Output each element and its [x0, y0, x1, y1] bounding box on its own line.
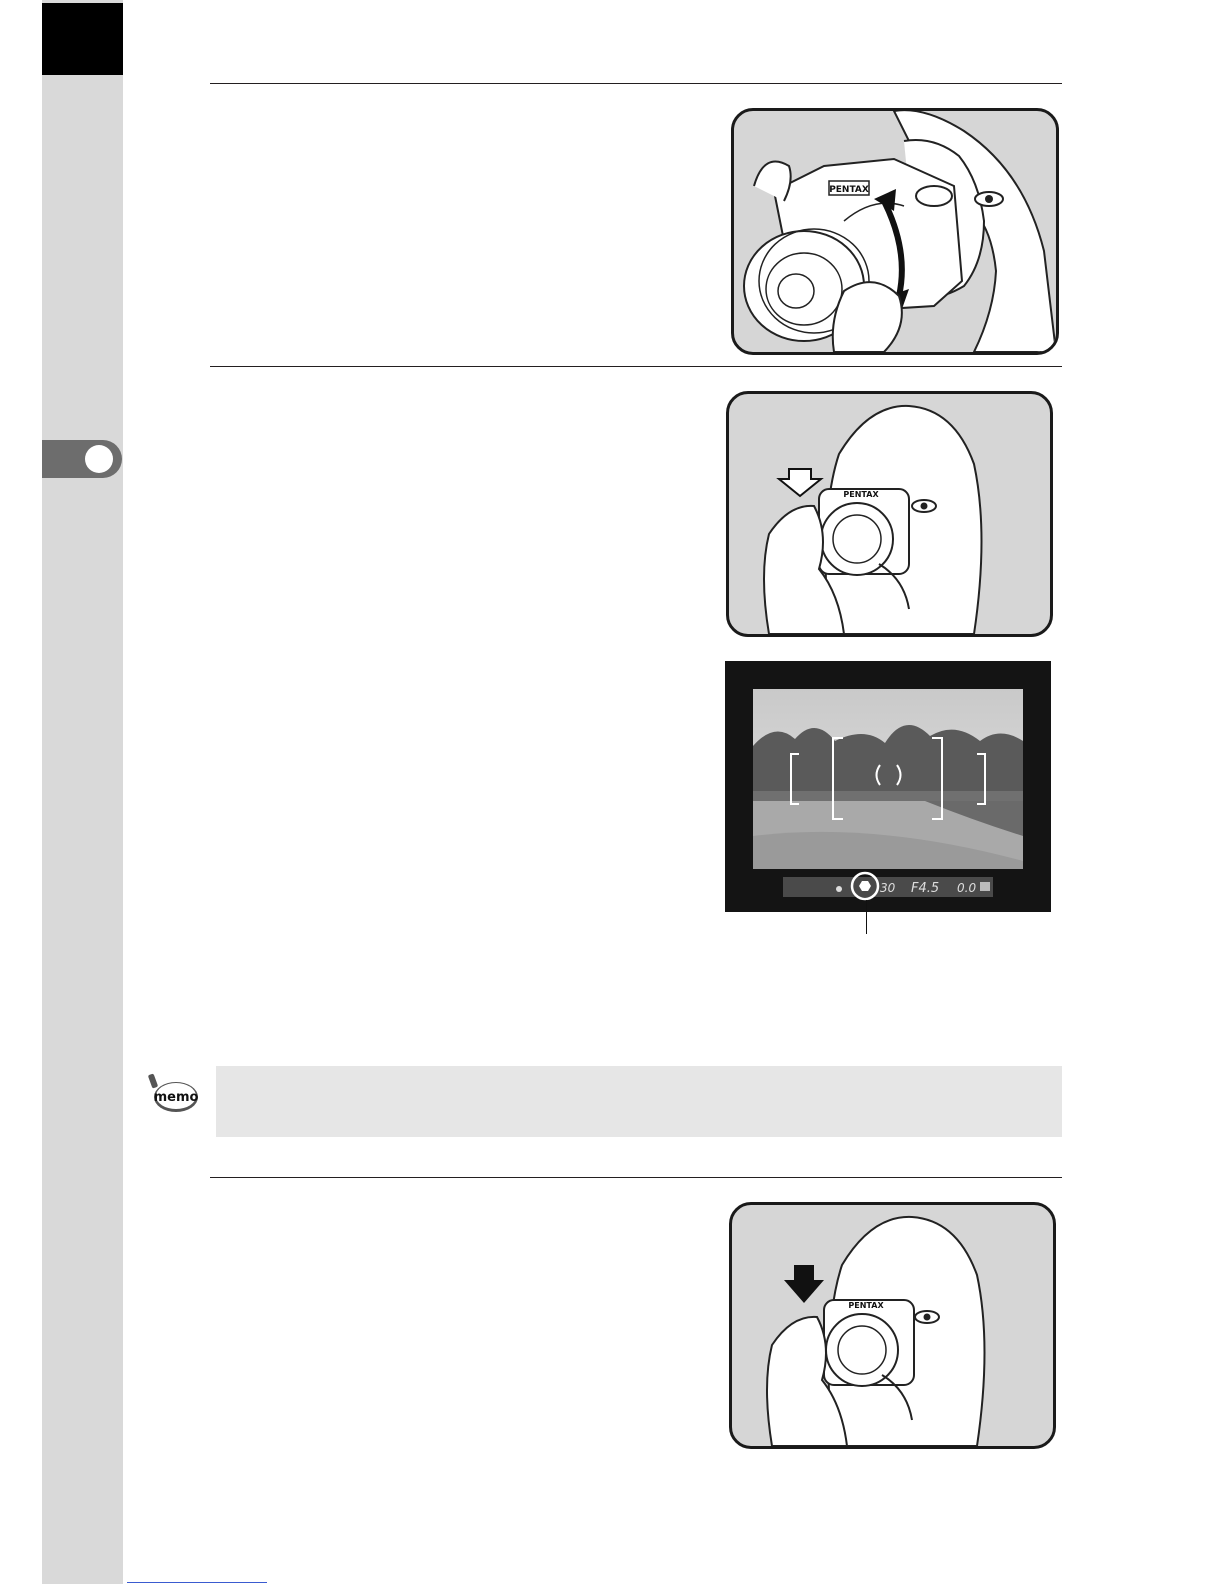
- section-divider-1: [210, 83, 1062, 84]
- arrow-press-icon: [776, 468, 824, 498]
- flash-icon: [836, 886, 842, 892]
- ev-readout: 0.0: [957, 881, 976, 895]
- pentax-logo-3: PENTAX: [848, 1301, 884, 1310]
- pentax-logo-1: PENTAX: [829, 185, 869, 195]
- svg-text:30: 30: [880, 881, 896, 895]
- aperture-readout: F4.5: [911, 881, 939, 896]
- viewfinder-display: 30 F4.5 0.0: [725, 661, 1051, 912]
- memo-badge-label: memo: [154, 1090, 199, 1105]
- section-divider-3: [210, 1177, 1062, 1178]
- arrow-press-full-icon: [784, 1265, 824, 1303]
- callout-line: [866, 900, 867, 934]
- zoom-lens-illustration: PENTAX: [731, 108, 1059, 355]
- section-divider-2: [210, 366, 1062, 367]
- memo-box: [216, 1066, 1062, 1137]
- chapter-sidebar: [42, 0, 123, 1584]
- footer-link-underline[interactable]: [127, 1582, 267, 1583]
- pentax-logo-2: PENTAX: [843, 490, 879, 499]
- full-press-illustration: PENTAX: [729, 1202, 1056, 1449]
- chapter-header-block: [42, 3, 123, 75]
- chapter-number-dot: [85, 445, 113, 473]
- half-press-illustration: PENTAX: [726, 391, 1053, 637]
- memo-icon: memo: [147, 1072, 201, 1116]
